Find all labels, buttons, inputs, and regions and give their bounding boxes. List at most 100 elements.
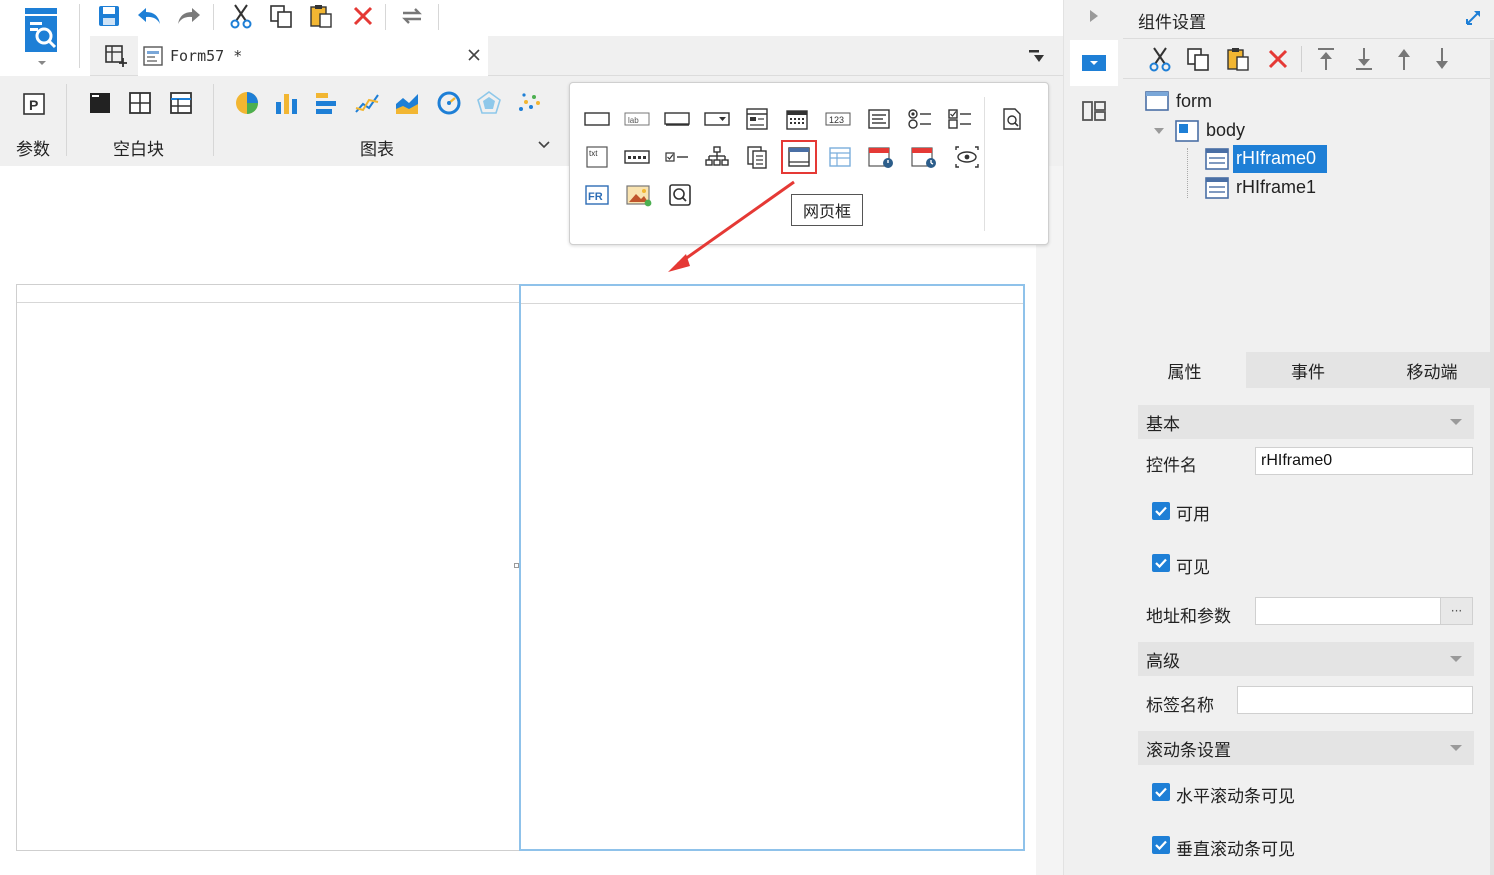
tree-node-body[interactable]: body [1206,120,1245,141]
chevron-down-icon [1450,745,1462,751]
form-node-icon [1145,91,1169,111]
delete-icon[interactable] [349,2,377,30]
file-tab[interactable]: Form57 * [138,36,488,76]
redo-icon[interactable] [175,2,203,30]
tree-widget-icon[interactable] [703,143,731,171]
pie-chart-icon[interactable] [234,90,260,116]
checkbox-group-widget-icon[interactable] [946,105,974,133]
cut-icon[interactable] [227,2,255,30]
label-widget-icon[interactable]: lab [623,105,651,133]
move-to-bottom-icon[interactable] [1353,46,1375,72]
preview-button[interactable] [22,6,62,68]
iframe-widget-rhiframe0-selected[interactable] [519,284,1025,851]
delete-icon[interactable] [1267,48,1289,70]
textarea-widget-icon[interactable] [865,105,893,133]
grid-layout-icon[interactable] [170,92,192,114]
ribbon-group-label: 图表 [360,140,394,160]
split-layout-icon[interactable] [129,92,151,114]
textbox-widget-icon[interactable] [583,105,611,133]
section-basic[interactable]: 基本 [1138,405,1474,439]
text-widget-icon[interactable]: txt [583,143,611,171]
iframe-node-icon [1205,148,1229,170]
undo-icon[interactable] [135,2,163,30]
checkbox-widget-icon[interactable] [663,143,691,171]
visible-checkbox[interactable] [1152,554,1170,572]
layout-panel-icon[interactable] [1081,98,1107,124]
iframe-widget-icon[interactable] [785,143,813,171]
property-tabs: 属性 事件 移动端 [1123,352,1494,388]
tab-events[interactable]: 事件 [1246,352,1370,388]
side-toggle-strip [1063,0,1123,875]
area-chart-icon[interactable] [394,90,420,116]
move-to-top-icon[interactable] [1315,46,1337,72]
resize-handle[interactable] [514,563,519,568]
ribbon-group-label: 空白块 [113,140,164,160]
combobox-widget-icon[interactable] [703,105,731,133]
save-icon[interactable] [95,2,123,30]
component-settings-toggle[interactable] [1070,40,1118,86]
tree-node-form[interactable]: form [1176,91,1212,112]
url-params-edit-button[interactable]: ··· [1440,597,1473,625]
checkmark-icon [1155,787,1167,798]
chevron-down-icon[interactable] [537,140,551,150]
move-down-icon[interactable] [1431,46,1453,72]
table-widget-icon[interactable] [826,143,854,171]
blank-block-icon[interactable] [89,92,111,114]
widget-tooltip: 网页框 [791,194,863,226]
number-widget-icon[interactable]: 123 [824,105,852,133]
hscroll-checkbox[interactable] [1152,783,1170,801]
paste-icon[interactable] [307,2,335,30]
tag-name-label: 标签名称 [1146,696,1214,716]
date-range-widget-icon[interactable] [867,143,895,171]
vscroll-checkbox[interactable] [1152,836,1170,854]
radio-group-widget-icon[interactable] [906,105,934,133]
horizontal-bar-icon[interactable] [314,90,340,116]
copy-icon[interactable] [1185,46,1211,72]
parameter-icon[interactable]: P [22,92,46,116]
pin-icon[interactable] [1465,8,1483,26]
tab-menu-icon[interactable] [1027,48,1045,64]
cut-icon[interactable] [1147,46,1173,72]
scatter-chart-icon[interactable] [516,90,542,116]
date-widget-icon[interactable] [783,105,811,133]
canvas-scroll-strip[interactable] [1036,166,1063,875]
new-sheet-icon[interactable] [104,44,128,68]
line-chart-icon[interactable] [354,90,380,116]
tab-properties[interactable]: 属性 [1123,352,1246,388]
copy-icon[interactable] [267,2,295,30]
svg-text:123: 123 [829,115,844,125]
close-tab-icon[interactable] [468,49,480,61]
report-block-widget-icon[interactable]: FR [583,181,611,209]
widget-name-input[interactable]: rHIframe0 [1255,447,1473,475]
search-query-widget-icon[interactable] [998,105,1026,133]
component-settings-panel: 组件设置 form body rHIframe0 rHIframe1 属性 事件… [1123,0,1494,875]
radar-chart-icon[interactable] [476,90,502,116]
iframe-widget-rhiframe1[interactable] [16,284,521,851]
panel-scrollbar[interactable] [1490,40,1494,875]
ribbon-separator [213,84,214,156]
tree-node-rhiframe1[interactable]: rHIframe1 [1236,177,1316,198]
gauge-chart-icon[interactable] [436,90,462,116]
button-widget-icon[interactable] [663,105,691,133]
password-widget-icon[interactable] [623,143,651,171]
image-widget-icon[interactable] [625,181,653,209]
preview-widget-icon[interactable] [953,143,981,171]
toolbar-separator [213,4,214,30]
collapse-arrow-icon[interactable] [1088,8,1100,24]
form-panel-widget-icon[interactable] [743,105,771,133]
section-scrollbar[interactable]: 滚动条设置 [1138,731,1474,765]
section-advanced[interactable]: 高级 [1138,642,1474,676]
enabled-checkbox[interactable] [1152,502,1170,520]
expand-caret-icon[interactable] [1153,126,1165,136]
tree-node-rhiframe0[interactable]: rHIframe0 [1236,148,1316,169]
checkmark-icon [1155,840,1167,851]
datetime-widget-icon[interactable] [910,143,938,171]
move-up-icon[interactable] [1393,46,1415,72]
file-widget-icon[interactable] [743,143,771,171]
url-params-input[interactable] [1255,597,1441,625]
paste-icon[interactable] [1225,46,1251,72]
swap-icon[interactable] [398,2,426,30]
bar-chart-icon[interactable] [274,90,300,116]
tab-mobile[interactable]: 移动端 [1370,352,1494,388]
tag-name-input[interactable] [1237,686,1473,714]
